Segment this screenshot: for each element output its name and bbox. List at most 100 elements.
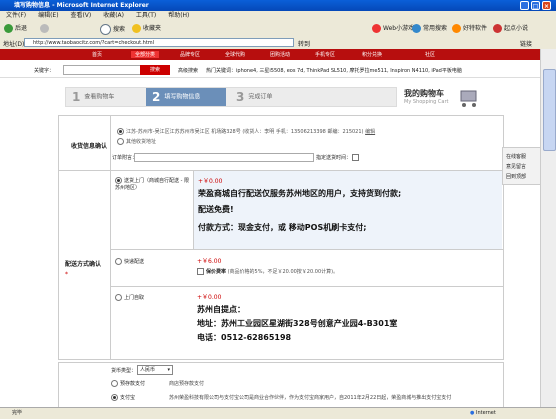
menu-help[interactable]: 帮助(H) — [168, 12, 189, 19]
menu-favorites[interactable]: 收藏(A) — [103, 12, 124, 19]
address-option[interactable]: 江苏-苏州市-吴江区江苏苏州市吴江区 机场路328号 (收货人：李明 手机：13… — [117, 128, 497, 135]
menu-tools[interactable]: 工具(T) — [136, 12, 156, 19]
menu-edit[interactable]: 编辑(E) — [38, 12, 58, 19]
door-delivery-radio[interactable] — [115, 177, 122, 184]
side-service-box: 在线客服 意见留言 回到顶部 — [502, 147, 542, 185]
back-to-top-link[interactable]: 回到顶部 — [506, 173, 526, 180]
payment-section: 货币类型： 人民币 ▾ 预存款支付 商店预存款支付 支付宝 苏州荣盈科技有限公司与… — [58, 362, 504, 409]
toolbar: 后退 搜索 收藏夹 Web小游戏 常用搜索 好特软件 起点小说 — [0, 21, 556, 38]
pickup-line3: 电话：0512-62865198 — [197, 333, 292, 342]
delivery-time-checkbox[interactable] — [352, 154, 359, 161]
pickup-line1: 苏州自提点： — [197, 305, 245, 314]
alipay-radio[interactable] — [111, 394, 118, 401]
prepay-radio[interactable] — [111, 380, 118, 387]
pickup-line2: 地址：苏州工业园区星湖街328号创意产业园4-B301室 — [197, 319, 398, 328]
common-search-link[interactable]: 常用搜索 — [412, 24, 447, 34]
door-delivery-detail: +￥0.00 荣盈商城自行配送仅服务苏州地区的用户，支持货到付款; 配送免费! … — [193, 171, 502, 249]
order-note-input[interactable] — [134, 153, 314, 162]
game-icon — [372, 24, 381, 33]
scrollbar-thumb[interactable] — [543, 69, 556, 151]
nav-home[interactable]: 首页 — [92, 51, 102, 58]
step-fill-info: 2 填写购物信息 — [146, 88, 226, 106]
hot-keywords-label: 热门关键词： — [206, 68, 237, 74]
nav-brands[interactable]: 品牌专区 — [180, 51, 200, 58]
cart-title: 我的购物车 — [404, 89, 444, 98]
self-pickup-radio[interactable] — [115, 294, 122, 301]
nav-all-categories[interactable]: 全部分类 — [131, 51, 160, 58]
other-address-radio[interactable] — [117, 138, 124, 145]
window-title-bar: 填写购物信息 - Microsoft Internet Explorer _ □… — [0, 0, 556, 11]
software-icon — [452, 24, 461, 33]
menu-view[interactable]: 查看(V) — [70, 12, 91, 19]
minimize-button[interactable]: _ — [520, 1, 529, 10]
book-icon — [493, 24, 502, 33]
alipay-option[interactable]: 支付宝 — [111, 394, 135, 401]
nav-community[interactable]: 社区 — [425, 51, 435, 58]
self-pickup-option[interactable]: 上门自取 — [115, 294, 144, 301]
site-nav: 首页 全部分类 品牌专区 全球代购 团购活动 手机专区 积分兑换 社区 — [0, 49, 540, 60]
shopping-cart-icon — [458, 85, 480, 109]
currency-select[interactable]: 人民币 ▾ — [137, 365, 173, 375]
novel-link[interactable]: 起点小说 — [493, 24, 528, 34]
alipay-note: 苏州荣盈科技有限公司与支付宝公司是商业合作伙伴，作为支付宝商家用户，自2011年… — [169, 395, 452, 401]
weibo-link[interactable]: Web小游戏 — [372, 24, 414, 34]
nav-group[interactable]: 团购活动 — [270, 51, 290, 58]
status-bar: 完毕 ● Internet — [0, 407, 556, 419]
search-submit-button[interactable]: 搜索 — [140, 65, 170, 75]
url-input[interactable]: http://www.taobaocitz.com/?cart=checkout… — [24, 38, 294, 47]
prepay-option[interactable]: 预存款支付 — [111, 380, 145, 387]
good-software-link[interactable]: 好特软件 — [452, 24, 487, 34]
search-button[interactable]: 搜索 — [100, 24, 125, 35]
star-icon — [132, 24, 141, 33]
status-text: 完毕 — [12, 410, 23, 416]
nav-global[interactable]: 全球代购 — [225, 51, 245, 58]
search-input[interactable] — [63, 65, 143, 75]
close-button[interactable]: × — [542, 1, 551, 10]
address-radio[interactable] — [117, 128, 124, 135]
menu-bar: 文件(F) 编辑(E) 查看(V) 收藏(A) 工具(T) 帮助(H) — [0, 11, 556, 21]
express-radio[interactable] — [115, 258, 122, 265]
search-icon — [100, 24, 111, 35]
favorites-button[interactable]: 收藏夹 — [132, 24, 161, 34]
receiver-content: 江苏-苏州市-吴江区江苏苏州市吴江区 机场路328号 (收货人：李明 手机：13… — [110, 115, 504, 172]
door-delivery-price: +￥0.00 — [198, 178, 223, 185]
checkout-steps: 1 查看购物车 2 填写购物信息 3 完成订单 — [65, 87, 397, 107]
nav-points[interactable]: 积分兑换 — [362, 51, 382, 58]
insurance-checkbox[interactable] — [197, 268, 204, 275]
shipping-content: +￥0.00 荣盈商城自行配送仅服务苏州地区的用户，支持货到付款; 配送免费! … — [110, 170, 504, 360]
express-option[interactable]: 快递配送 — [115, 258, 144, 265]
hot-keywords[interactable]: iphone4, 三星i5508, eos 7d, ThinkPad SL510… — [236, 67, 536, 74]
step-view-cart: 1 查看购物车 — [72, 90, 115, 104]
insurance-row[interactable]: 保价费率 (商品价格的5%，不足￥20.00按￥20.00计算)。 — [197, 268, 338, 275]
dropdown-arrow-icon: ▾ — [167, 367, 170, 373]
go-button[interactable]: 转到 — [298, 39, 310, 48]
receiver-section-title: 收货信息确认 — [71, 143, 108, 150]
vertical-scrollbar[interactable] — [540, 49, 556, 407]
cart-subtitle: My Shopping Cart — [404, 99, 449, 105]
globe-icon: ● — [470, 410, 475, 416]
internet-zone: ● Internet — [470, 410, 496, 416]
door-delivery-option[interactable]: 送货上门（商城自行配送 - 限苏州地区） — [115, 177, 191, 191]
required-mark: * — [65, 271, 68, 278]
advanced-search-link[interactable]: 高级搜索 — [178, 67, 198, 74]
forward-arrow-icon — [40, 24, 49, 33]
door-delivery-line1: 荣盈商城自行配送仅服务苏州地区的用户，支持货到付款; — [198, 189, 402, 198]
maximize-button[interactable]: □ — [531, 1, 540, 10]
back-button[interactable]: 后退 — [4, 24, 27, 34]
divider — [111, 286, 503, 287]
door-delivery-line2: 配送免费! — [198, 205, 234, 214]
door-delivery-line3: 付款方式：现金支付，或 移动POS机刷卡支付; — [198, 223, 367, 232]
online-service-link[interactable]: 在线客服 — [506, 153, 526, 160]
other-address-option[interactable]: 其他收货地址 — [117, 138, 156, 145]
address-label: 地址(D) — [3, 41, 25, 48]
nav-mobile[interactable]: 手机专区 — [315, 51, 335, 58]
currency-label: 货币类型： — [111, 368, 137, 374]
menu-file[interactable]: 文件(F) — [6, 12, 26, 19]
window-title: 填写购物信息 - Microsoft Internet Explorer — [14, 2, 149, 9]
search-engine-icon — [412, 24, 421, 33]
order-note-row: 订单附言： 指定送货时间： — [110, 153, 502, 163]
links-button[interactable]: 链接 — [520, 39, 532, 48]
feedback-link[interactable]: 意见留言 — [506, 163, 526, 170]
edit-address-link[interactable]: 编辑 — [365, 129, 375, 135]
forward-button[interactable] — [40, 24, 51, 34]
